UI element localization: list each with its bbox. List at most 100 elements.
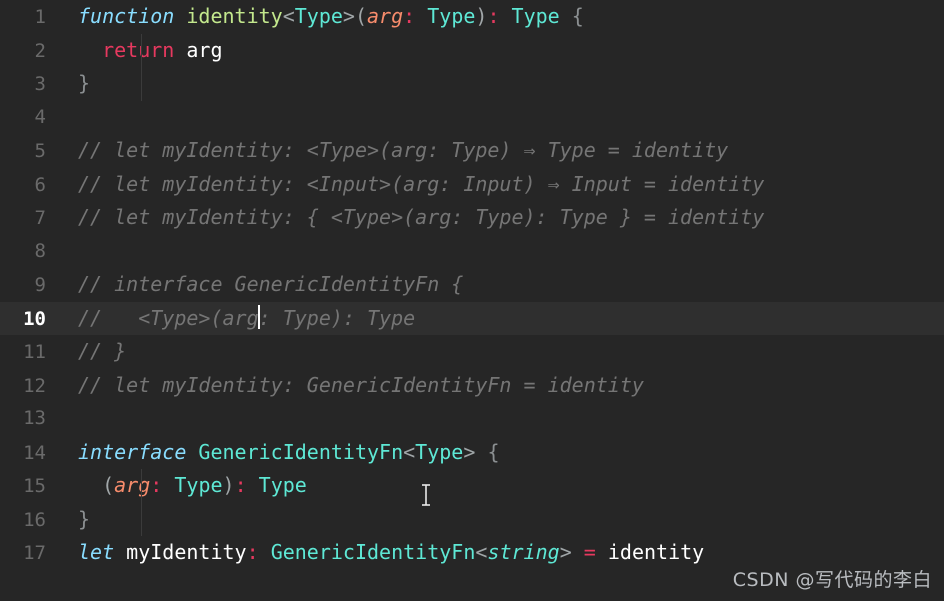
line-number[interactable]: 16	[0, 504, 62, 538]
code-token-punct: <	[282, 4, 295, 28]
line-number[interactable]: 14	[0, 437, 62, 471]
code-line-content[interactable]: function identity<Type>(arg: Type): Type…	[62, 0, 944, 34]
code-token-punct: <	[403, 439, 416, 464]
line-number[interactable]: 3	[0, 68, 62, 102]
code-line[interactable]: 3}	[0, 67, 944, 101]
code-token-cmt: // let myIdentity: GenericIdentityFn = i…	[78, 372, 644, 397]
code-line[interactable]: 10// <Type>(arg: Type): Type	[0, 301, 944, 337]
code-token-punct: (	[102, 473, 115, 497]
code-token-cmt: // }	[78, 339, 127, 363]
code-lines-container[interactable]: 1 function identity<Type>(arg: Type): Typ…	[0, 0, 944, 570]
code-line[interactable]: 5 // let myIdentity: <Type>(arg: Type) ⇒ …	[0, 134, 944, 168]
code-line-content[interactable]: return arg	[62, 33, 944, 67]
code-token-brace: {	[571, 4, 584, 28]
code-token-ret: return	[102, 37, 175, 62]
code-line-content[interactable]: // <Type>(arg: Type): Type	[62, 302, 944, 336]
code-token-cmt: // let myIdentity: <Input>(arg: Input) ⇒…	[78, 171, 765, 196]
line-number[interactable]: 8	[0, 235, 62, 269]
code-token-op: :	[234, 473, 247, 497]
code-token-plain: arg	[186, 37, 223, 62]
code-token-punct: >	[342, 4, 355, 28]
code-token-typeit: string	[487, 540, 560, 564]
code-editor[interactable]: 1 function identity<Type>(arg: Type): Typ…	[0, 0, 944, 601]
code-line[interactable]: 8	[0, 235, 944, 269]
code-token-plain: identity	[607, 540, 705, 564]
code-line[interactable]: 4	[0, 101, 944, 135]
code-token-op: =	[583, 540, 596, 564]
code-token-type: Type	[174, 473, 223, 497]
line-number[interactable]: 15	[0, 470, 62, 504]
code-line[interactable]: 9 // interface GenericIdentityFn {	[0, 268, 944, 302]
line-number[interactable]: 10	[0, 303, 62, 337]
indent-guide	[141, 67, 142, 101]
code-line-content[interactable]: // let myIdentity: GenericIdentityFn = i…	[62, 369, 944, 403]
line-number[interactable]: 5	[0, 135, 62, 169]
code-token-kw: interface	[78, 439, 187, 464]
code-token-op: :	[487, 4, 500, 28]
code-token-plain: myIdentity	[126, 540, 247, 564]
code-line-content[interactable]: interface GenericIdentityFn<Type> {	[62, 436, 944, 470]
code-line[interactable]: 2 return arg	[0, 33, 944, 69]
code-line[interactable]: 14 interface GenericIdentityFn<Type> {	[0, 436, 944, 470]
code-token-op: :	[150, 473, 163, 497]
code-token-type: GenericIdentityFn	[198, 439, 404, 464]
code-token-punct: (	[354, 4, 368, 28]
code-line[interactable]: 7 // let myIdentity: { <Type>(arg: Type):…	[0, 201, 944, 235]
line-number[interactable]: 12	[0, 370, 62, 404]
line-number[interactable]: 4	[0, 101, 62, 135]
code-token-cmt: // let myIdentity: { <Type>(arg: Type): …	[78, 205, 765, 229]
code-line-content[interactable]: // let myIdentity: <Type>(arg: Type) ⇒ T…	[62, 134, 944, 168]
code-token-brace: }	[78, 506, 91, 531]
code-line-content[interactable]: // interface GenericIdentityFn {	[62, 268, 944, 302]
code-token-param: arg	[367, 4, 404, 28]
line-number[interactable]: 7	[0, 202, 62, 236]
code-line-content[interactable]: // }	[62, 335, 944, 369]
code-line-content[interactable]: (arg: Type): Type	[62, 469, 944, 503]
code-token-punct: >	[559, 540, 572, 564]
code-line-content[interactable]: }	[62, 502, 944, 536]
code-token-fnname: identity	[186, 4, 283, 28]
code-line[interactable]: 6 // let myIdentity: <Input>(arg: Input) …	[0, 168, 944, 202]
line-number[interactable]: 9	[0, 269, 62, 303]
code-token-punct: )	[222, 473, 235, 497]
code-line-content[interactable]: }	[62, 67, 944, 101]
code-line-content[interactable]: // let myIdentity: { <Type>(arg: Type): …	[62, 201, 944, 235]
indent-guide	[141, 502, 142, 536]
line-number[interactable]: 13	[0, 402, 62, 436]
code-token-punct: >	[463, 439, 476, 464]
code-token-punct: )	[475, 4, 488, 28]
line-number[interactable]: 1	[0, 1, 62, 35]
code-token-kw: let	[78, 540, 115, 564]
code-line[interactable]: 13	[0, 402, 944, 436]
code-token-type: Type	[294, 4, 343, 28]
code-token-type: Type	[415, 439, 464, 464]
csdn-watermark: CSDN @写代码的李白	[732, 568, 932, 591]
code-line[interactable]: 1 function identity<Type>(arg: Type): Typ…	[0, 0, 944, 34]
code-token-cmt: // interface GenericIdentityFn {	[78, 272, 464, 296]
line-number[interactable]: 6	[0, 169, 62, 203]
code-line-content[interactable]: // let myIdentity: <Input>(arg: Input) ⇒…	[62, 168, 944, 202]
line-number[interactable]: 17	[0, 537, 62, 571]
code-token-op: :	[403, 4, 416, 28]
code-token-type: Type	[511, 4, 560, 28]
code-line[interactable]: 15 (arg: Type): Type	[0, 469, 944, 503]
line-number[interactable]: 2	[0, 35, 62, 69]
code-line[interactable]: 12 // let myIdentity: GenericIdentityFn =…	[0, 369, 944, 403]
code-token-punct: <	[475, 540, 488, 564]
code-line[interactable]: 11 // }	[0, 335, 944, 369]
code-token-param: arg	[114, 473, 151, 497]
code-line[interactable]: 16}	[0, 502, 944, 538]
line-number[interactable]: 11	[0, 336, 62, 370]
code-token-type: Type	[427, 4, 476, 28]
